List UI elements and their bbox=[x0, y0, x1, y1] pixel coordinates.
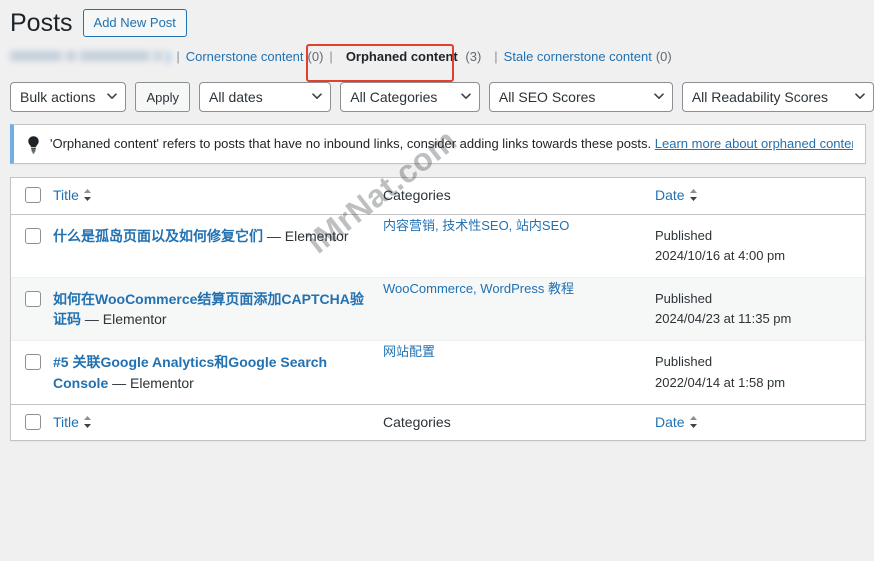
column-footer-title: Title bbox=[53, 403, 383, 441]
lightbulb-icon bbox=[26, 135, 41, 154]
select-all-checkbox-bottom[interactable] bbox=[25, 413, 41, 430]
posts-table: Title Categories Date 什么是孤岛页面以及如何修复它们 — … bbox=[10, 177, 866, 442]
row-checkbox[interactable] bbox=[25, 290, 41, 307]
post-title-suffix: — Elementor bbox=[263, 227, 349, 244]
select-all-header bbox=[11, 178, 53, 215]
apply-button[interactable]: Apply bbox=[135, 82, 191, 112]
row-select-cell bbox=[11, 276, 53, 341]
view-separator-2: | bbox=[329, 48, 333, 64]
column-footer-date: Date bbox=[655, 403, 865, 441]
post-date: 2024/10/16 at 4:00 pm bbox=[655, 247, 786, 263]
post-categories[interactable]: 内容营销, 技术性SEO, 站内SEO bbox=[383, 218, 569, 233]
post-status: Published bbox=[655, 354, 713, 370]
view-count-orphaned-content: (3) bbox=[465, 48, 482, 64]
table-header-row: Title Categories Date bbox=[11, 178, 865, 215]
sort-by-title-top[interactable]: Title bbox=[53, 187, 92, 203]
sort-arrows-icon bbox=[689, 415, 698, 429]
row-title-cell: #5 关联Google Analytics和Google Search Cons… bbox=[53, 340, 383, 405]
table-row[interactable]: 如何在WooCommerce结算页面添加CAPTCHA验证码 — Element… bbox=[11, 276, 865, 341]
row-date-cell: Published 2024/10/16 at 4:00 pm bbox=[655, 214, 865, 277]
sort-by-date-top[interactable]: Date bbox=[655, 187, 698, 203]
row-date-cell: Published 2022/04/14 at 1:58 pm bbox=[655, 340, 865, 405]
posts-admin-page: Posts Add New Post ) | Cornerstone conte… bbox=[0, 0, 874, 561]
table-row[interactable]: 什么是孤岛页面以及如何修复它们 — Elementor 内容营销, 技术性SEO… bbox=[11, 214, 865, 277]
orphaned-content-notice: 'Orphaned content' refers to posts that … bbox=[10, 124, 866, 164]
table-body: 什么是孤岛页面以及如何修复它们 — Elementor 内容营销, 技术性SEO… bbox=[11, 214, 865, 405]
post-date: 2024/04/23 at 11:35 pm bbox=[655, 310, 792, 326]
add-new-post-button[interactable]: Add New Post bbox=[82, 9, 187, 37]
blurred-view-count: ) bbox=[166, 48, 171, 64]
row-categories-cell: 网站配置 bbox=[383, 340, 655, 405]
seo-score-filter-select[interactable]: All SEO Scores bbox=[488, 82, 673, 112]
column-label-date: Date bbox=[655, 187, 685, 203]
column-footer-categories: Categories bbox=[383, 403, 655, 441]
blurred-view-item[interactable]: ) bbox=[10, 49, 170, 64]
post-title-suffix: — Elementor bbox=[81, 311, 167, 328]
column-label-title: Title bbox=[53, 413, 79, 430]
view-link-stale-cornerstone-content[interactable]: Stale cornerstone content bbox=[504, 49, 652, 64]
sort-arrows-icon bbox=[689, 188, 698, 202]
sort-by-date-bottom[interactable]: Date bbox=[655, 414, 698, 430]
column-label-title: Title bbox=[53, 187, 79, 203]
row-select-cell bbox=[11, 340, 53, 405]
view-link-cornerstone-content[interactable]: Cornerstone content bbox=[186, 49, 304, 64]
select-all-checkbox-top[interactable] bbox=[25, 187, 41, 203]
column-header-categories: Categories bbox=[383, 178, 655, 215]
seo-score-filter-value: All SEO Scores bbox=[498, 89, 596, 105]
row-categories-cell: 内容营销, 技术性SEO, 站内SEO bbox=[383, 214, 655, 277]
view-count-cornerstone-content: (0) bbox=[307, 48, 324, 64]
view-filter-links: ) | Cornerstone content (0) | Orphaned c… bbox=[0, 40, 874, 72]
view-link-orphaned-content[interactable]: Orphaned content bbox=[346, 49, 458, 64]
date-filter-select[interactable]: All dates bbox=[199, 82, 332, 112]
page-header: Posts Add New Post bbox=[0, 0, 874, 40]
notice-body: 'Orphaned content' refers to posts that … bbox=[50, 136, 655, 152]
chevron-down-icon bbox=[107, 93, 118, 102]
category-filter-value: All Categories bbox=[350, 89, 438, 105]
view-separator-1: | bbox=[176, 48, 180, 64]
post-status: Published bbox=[655, 290, 713, 306]
notice-text: 'Orphaned content' refers to posts that … bbox=[50, 134, 853, 154]
date-filter-value: All dates bbox=[209, 89, 263, 105]
table-toolbar: Bulk actions Apply All dates All Categor… bbox=[0, 72, 874, 124]
chevron-down-icon bbox=[654, 93, 664, 102]
chevron-down-icon bbox=[461, 93, 471, 102]
page-title: Posts bbox=[10, 8, 73, 37]
bulk-actions-value: Bulk actions bbox=[20, 89, 96, 105]
row-title-cell: 什么是孤岛页面以及如何修复它们 — Elementor bbox=[53, 214, 383, 277]
table-row[interactable]: #5 关联Google Analytics和Google Search Cons… bbox=[11, 340, 865, 405]
row-checkbox[interactable] bbox=[25, 354, 41, 371]
column-label-date: Date bbox=[655, 413, 685, 430]
row-categories-cell: WooCommerce, WordPress 教程 bbox=[383, 276, 655, 341]
post-date: 2022/04/14 at 1:58 pm bbox=[655, 374, 786, 390]
row-checkbox[interactable] bbox=[25, 227, 41, 244]
readability-score-filter-value: All Readability Scores bbox=[691, 89, 828, 105]
sort-arrows-icon bbox=[83, 415, 92, 429]
select-all-footer bbox=[11, 403, 53, 441]
column-header-title: Title bbox=[53, 178, 383, 215]
chevron-down-icon bbox=[312, 93, 323, 102]
row-date-cell: Published 2024/04/23 at 11:35 pm bbox=[655, 276, 865, 341]
learn-more-link[interactable]: Learn more about orphaned content bbox=[655, 136, 853, 151]
row-select-cell bbox=[11, 214, 53, 277]
row-title-cell: 如何在WooCommerce结算页面添加CAPTCHA验证码 — Element… bbox=[53, 276, 383, 341]
post-title-link[interactable]: 什么是孤岛页面以及如何修复它们 bbox=[53, 228, 263, 244]
table-footer-row: Title Categories Date bbox=[11, 403, 865, 441]
column-header-date: Date bbox=[655, 178, 865, 215]
sort-arrows-icon bbox=[83, 188, 92, 202]
post-categories[interactable]: 网站配置 bbox=[383, 344, 435, 359]
column-label-categories: Categories bbox=[383, 413, 451, 430]
column-label-categories: Categories bbox=[383, 187, 451, 203]
post-status: Published bbox=[655, 227, 713, 243]
readability-score-filter-select[interactable]: All Readability Scores bbox=[681, 82, 874, 112]
post-categories[interactable]: WooCommerce, WordPress 教程 bbox=[383, 281, 574, 296]
category-filter-select[interactable]: All Categories bbox=[340, 82, 480, 112]
post-title-suffix: — Elementor bbox=[108, 374, 194, 391]
view-separator-3: | bbox=[494, 48, 498, 64]
bulk-actions-select[interactable]: Bulk actions bbox=[10, 82, 127, 112]
view-count-stale-cornerstone-content: (0) bbox=[655, 48, 672, 64]
sort-by-title-bottom[interactable]: Title bbox=[53, 414, 92, 430]
chevron-down-icon bbox=[855, 93, 865, 102]
